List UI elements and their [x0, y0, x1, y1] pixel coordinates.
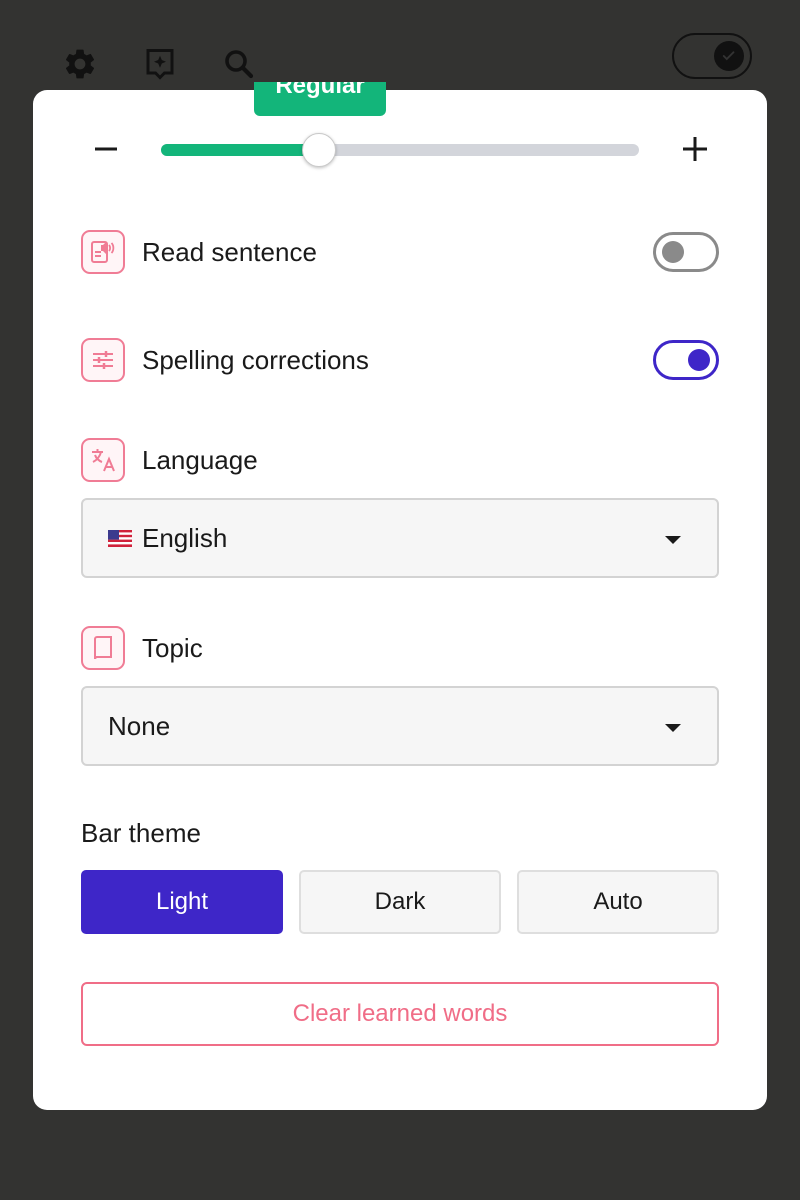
- spelling-corrections-label: Spelling corrections: [142, 344, 369, 375]
- bar-theme-label: Bar theme: [81, 818, 201, 848]
- chevron-down-icon: [665, 724, 681, 732]
- gear-icon: [65, 49, 95, 79]
- topic-select[interactable]: None: [81, 686, 719, 766]
- slider-fill: [161, 144, 319, 156]
- read-sentence-toggle[interactable]: [653, 232, 719, 272]
- topic-row: Topic: [81, 626, 719, 670]
- checkmark-icon: [722, 51, 735, 61]
- spelling-corrections-toggle[interactable]: [653, 340, 719, 380]
- theme-light-button[interactable]: Light: [81, 870, 283, 934]
- clear-learned-words-button[interactable]: Clear learned words: [81, 982, 719, 1046]
- dark-mode-toggle[interactable]: [672, 33, 752, 79]
- highlight-button[interactable]: [140, 44, 180, 84]
- search-icon: [225, 50, 254, 79]
- spelling-corrections-row: Spelling corrections: [81, 338, 719, 382]
- toggle-knob: [688, 349, 710, 371]
- theme-auto-button[interactable]: Auto: [517, 870, 719, 934]
- settings-panel: Regular Read sentence Spelling correctio…: [33, 82, 767, 1110]
- sliders-icon: [81, 338, 125, 382]
- topic-label: Topic: [142, 632, 203, 663]
- plus-icon: [683, 137, 707, 161]
- toggle-knob: [662, 241, 684, 263]
- us-flag-icon: [108, 529, 132, 547]
- increase-size-button[interactable]: [678, 132, 712, 166]
- language-row: Language: [81, 438, 719, 482]
- speaker-document-icon: [81, 230, 125, 274]
- translate-icon: [81, 438, 125, 482]
- text-size-badge: Regular: [254, 82, 386, 116]
- topic-value: None: [108, 710, 171, 741]
- language-select[interactable]: English: [81, 498, 719, 578]
- theme-dark-button[interactable]: Dark: [299, 870, 501, 934]
- book-icon: [81, 626, 125, 670]
- language-value: English: [142, 522, 228, 553]
- chevron-down-icon: [665, 536, 681, 544]
- read-sentence-row: Read sentence: [81, 230, 719, 274]
- toggle-knob: [714, 41, 744, 71]
- text-size-slider[interactable]: [161, 133, 639, 167]
- sparkle-bookmark-icon: [146, 49, 174, 80]
- decrease-size-button[interactable]: [89, 132, 123, 166]
- settings-button[interactable]: [60, 44, 100, 84]
- minus-icon: [95, 147, 117, 151]
- read-sentence-label: Read sentence: [142, 236, 317, 267]
- text-size-label: Regular: [275, 82, 365, 99]
- slider-thumb[interactable]: [302, 133, 336, 167]
- search-button[interactable]: [219, 44, 259, 84]
- language-label: Language: [142, 444, 258, 475]
